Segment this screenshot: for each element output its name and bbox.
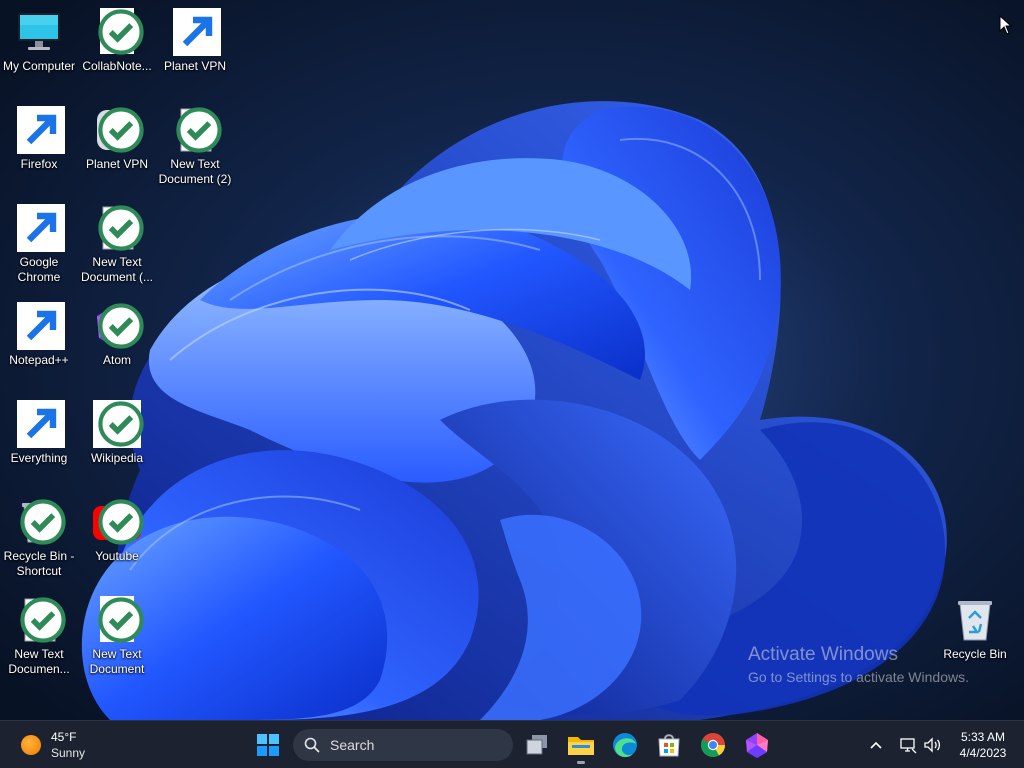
system-clock[interactable]: 5:33 AM 4/4/2023	[948, 729, 1018, 761]
document-icon	[93, 8, 144, 56]
edge-icon	[613, 733, 637, 758]
start-button[interactable]	[250, 727, 286, 763]
task-view-icon	[526, 735, 547, 755]
search-label: Search	[330, 737, 375, 753]
desktop-icon-new-text-document-truncated[interactable]: New Text Documen...	[0, 596, 78, 677]
text-document-icon	[15, 596, 66, 644]
document-icon	[93, 596, 144, 644]
desktop-icon-new-text-document-3[interactable]: New Text Document (...	[78, 204, 156, 285]
store-icon	[658, 734, 680, 757]
desktop-icon-wikipedia[interactable]: W Wikipedia	[78, 400, 156, 466]
notepad-plus-plus-icon: ++	[15, 302, 65, 350]
sync-check-icon	[98, 597, 144, 643]
task-view-button[interactable]	[519, 727, 555, 763]
shortcut-arrow-icon	[17, 106, 65, 154]
file-explorer-button[interactable]	[563, 727, 599, 764]
atom-button[interactable]	[739, 727, 775, 763]
windows-logo-icon	[257, 734, 279, 756]
watermark-title: Activate Windows	[748, 644, 898, 665]
clock-date: 4/4/2023	[959, 746, 1007, 760]
youtube-icon	[93, 498, 144, 546]
planet-vpn-icon	[93, 106, 144, 154]
shortcut-arrow-icon	[17, 302, 65, 350]
desktop-icon-label: New Text Document	[89, 647, 145, 676]
desktop-icon-atom[interactable]: Atom	[78, 302, 156, 368]
desktop-icon-planet-vpn-2[interactable]: Planet VPN	[78, 106, 156, 172]
desktop-icon-label: Youtube	[95, 549, 139, 563]
desktop-icon-label: New Text Document (...	[80, 255, 154, 284]
sync-check-icon	[98, 205, 144, 251]
edge-button[interactable]	[607, 727, 643, 763]
desktop-icon-label: Planet VPN	[85, 157, 149, 171]
taskbar-search-box[interactable]: Search	[293, 729, 513, 761]
desktop-icon-label: Firefox	[20, 157, 58, 171]
desktop-icon-notepad-plus-plus[interactable]: ++ Notepad++	[0, 302, 78, 368]
planet-vpn-icon	[171, 8, 221, 56]
sync-check-icon	[98, 499, 144, 545]
shortcut-arrow-icon	[17, 204, 65, 252]
desktop-icon-label: Planet VPN	[163, 59, 227, 73]
text-document-icon	[93, 204, 144, 252]
taskbar: 45°F Sunny Search 5:33 AM 4/4/2023	[0, 720, 1024, 768]
recycle-bin-icon	[951, 596, 999, 644]
desktop[interactable]: My Computer Firefox Google Chrome ++ Not…	[0, 0, 1024, 720]
desktop-icon-label: My Computer	[2, 59, 76, 73]
desktop-icon-label: Everything	[10, 451, 68, 465]
mouse-pointer-icon	[999, 15, 1013, 35]
text-document-icon	[171, 106, 222, 154]
sync-check-icon	[98, 303, 144, 349]
desktop-icon-youtube[interactable]: Youtube	[78, 498, 156, 564]
desktop-icon-label: CollabNote...	[82, 59, 152, 73]
sync-check-icon	[20, 597, 66, 643]
desktop-icon-planet-vpn[interactable]: Planet VPN	[156, 8, 234, 74]
chrome-icon	[700, 733, 725, 758]
network-icon[interactable]	[898, 735, 918, 755]
atom-gem-icon	[93, 302, 144, 350]
running-indicator	[577, 761, 585, 764]
desktop-icon-new-text-document[interactable]: New Text Document	[78, 596, 156, 677]
watermark-subtitle: Go to Settings to activate Windows.	[748, 669, 969, 685]
folder-icon	[568, 737, 594, 755]
desktop-icon-label: New Text Document (2)	[158, 157, 232, 186]
desktop-icon-firefox[interactable]: Firefox	[0, 106, 78, 172]
desktop-icon-label: Google Chrome	[17, 255, 61, 284]
recycle-bin-icon	[15, 498, 66, 546]
desktop-icon-label: Wikipedia	[90, 451, 144, 465]
monitor-icon	[15, 8, 63, 56]
desktop-icon-label: Atom	[102, 353, 131, 367]
sync-check-icon	[20, 499, 66, 545]
chrome-button[interactable]	[695, 727, 731, 763]
activation-watermark: Activate Windows Go to Settings to activ…	[748, 644, 969, 687]
desktop-icon-my-computer[interactable]: My Computer	[0, 8, 78, 74]
chrome-icon	[15, 204, 65, 252]
sync-check-icon	[176, 107, 222, 153]
weather-temperature: 45°F	[51, 730, 77, 744]
desktop-icon-label: Recycle Bin - Shortcut	[3, 549, 75, 578]
sync-check-icon	[98, 401, 144, 447]
desktop-icon-everything[interactable]: Everything	[0, 400, 78, 466]
shortcut-arrow-icon	[17, 400, 65, 448]
search-icon	[304, 737, 320, 753]
desktop-icon-collabnote[interactable]: CollabNote...	[78, 8, 156, 74]
shortcut-arrow-icon	[173, 8, 221, 56]
chevron-up-icon[interactable]	[866, 735, 886, 755]
clock-time: 5:33 AM	[960, 730, 1006, 744]
desktop-icon-google-chrome[interactable]: Google Chrome	[0, 204, 78, 285]
sun-icon	[21, 735, 41, 755]
store-button[interactable]	[651, 727, 687, 763]
weather-condition: Sunny	[51, 746, 86, 760]
sync-check-icon	[98, 9, 144, 55]
atom-gem-icon	[746, 733, 768, 758]
desktop-icon-recycle-bin-shortcut[interactable]: Recycle Bin - Shortcut	[0, 498, 78, 579]
desktop-icon-label: New Text Documen...	[8, 647, 70, 676]
volume-icon[interactable]	[922, 735, 942, 755]
desktop-icon-label: Notepad++	[9, 353, 69, 367]
firefox-icon	[15, 106, 65, 154]
sync-check-icon	[98, 107, 144, 153]
magnifier-icon	[15, 400, 65, 448]
desktop-icon-new-text-document-2[interactable]: New Text Document (2)	[156, 106, 234, 187]
wikipedia-icon: W	[93, 400, 144, 448]
